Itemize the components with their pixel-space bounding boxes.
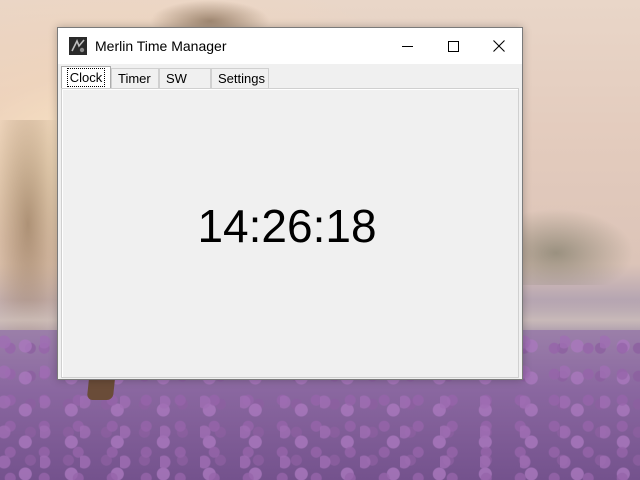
title-bar[interactable]: Merlin Time Manager — [58, 28, 522, 64]
minimize-button[interactable] — [384, 28, 430, 64]
maximize-icon — [447, 40, 459, 52]
clock-panel: 14:26:18 — [61, 88, 519, 378]
app-window: Merlin Time Manager Clock Timer SW Setti… — [57, 27, 523, 380]
close-icon — [493, 40, 505, 52]
clock-time-display: 14:26:18 — [197, 200, 377, 252]
wallpaper-far-trees — [520, 205, 640, 285]
minimize-icon — [401, 45, 413, 47]
app-icon[interactable] — [69, 37, 87, 55]
window-controls — [384, 28, 522, 64]
tab-label: Settings — [218, 71, 265, 86]
tab-label: Clock — [66, 68, 106, 87]
tab-settings[interactable]: Settings — [211, 68, 269, 88]
tab-label: SW — [166, 71, 187, 86]
tab-stopwatch[interactable]: SW — [159, 68, 211, 88]
window-title: Merlin Time Manager — [95, 38, 227, 54]
wallpaper-tree-top — [150, 0, 270, 30]
tab-label: Timer — [118, 71, 151, 86]
maximize-button[interactable] — [430, 28, 476, 64]
tab-timer[interactable]: Timer — [111, 68, 159, 88]
tab-clock[interactable]: Clock — [61, 66, 111, 88]
close-button[interactable] — [476, 28, 522, 64]
tab-strip: Clock Timer SW Settings — [61, 66, 269, 88]
